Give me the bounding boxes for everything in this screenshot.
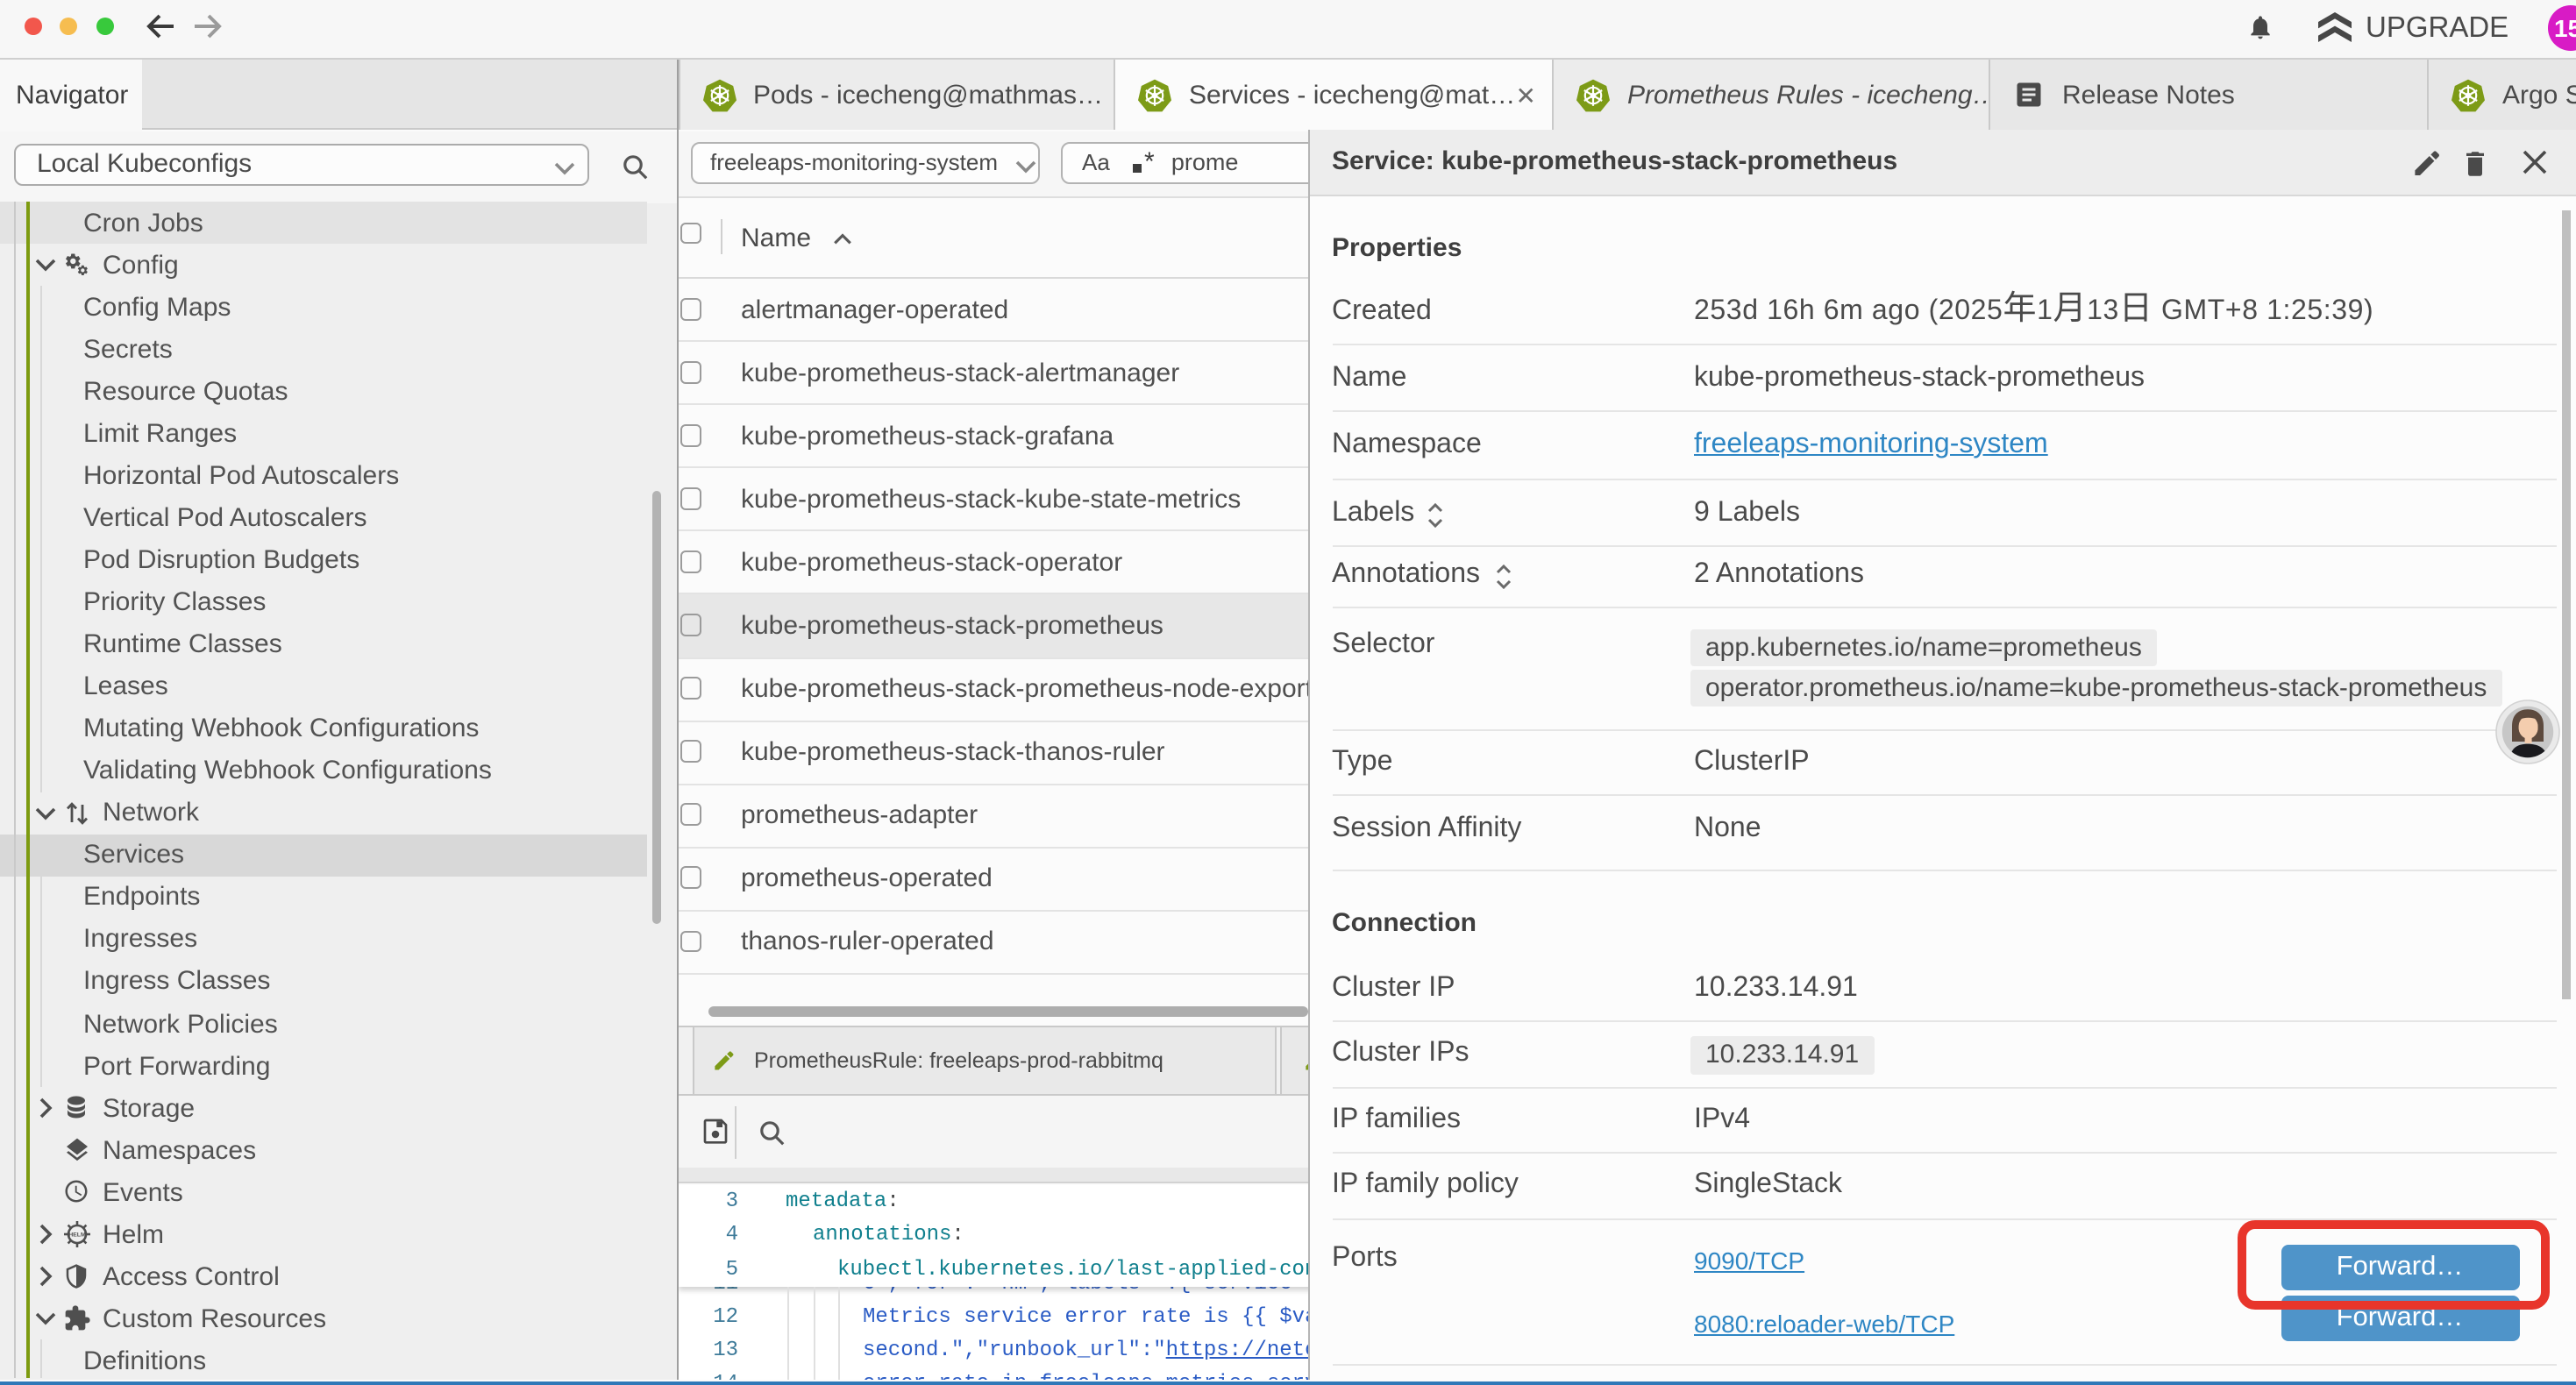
svg-text:*: *	[1144, 149, 1155, 175]
svg-text:HELM: HELM	[68, 1232, 86, 1239]
